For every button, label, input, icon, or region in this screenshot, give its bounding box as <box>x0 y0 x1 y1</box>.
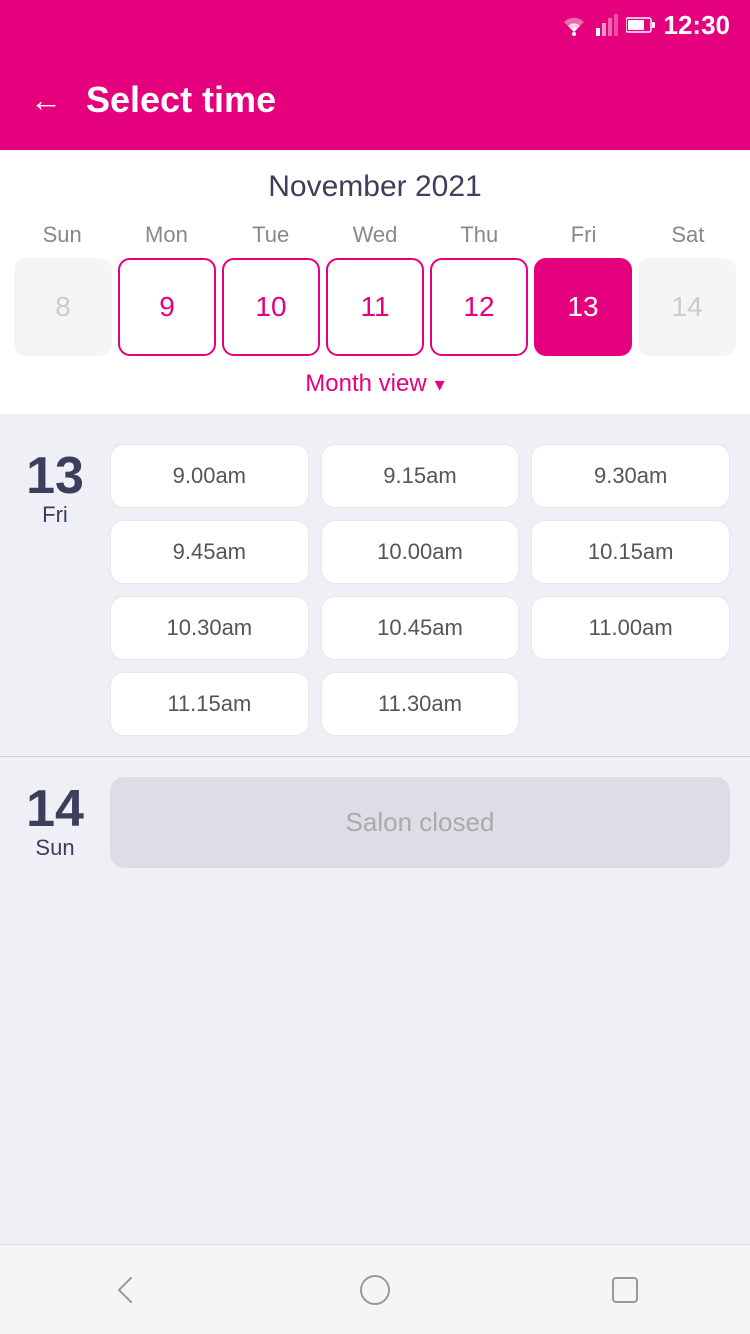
time-slot[interactable]: 9.15am <box>321 444 520 508</box>
time-slot[interactable]: 10.30am <box>110 596 309 660</box>
day-name: Fri <box>42 502 68 528</box>
weekday-label: Fri <box>531 222 635 248</box>
month-title: November 2021 <box>10 170 740 204</box>
calendar-date[interactable]: 10 <box>222 258 320 356</box>
calendar-date: 8 <box>14 258 112 356</box>
weekday-label: Wed <box>323 222 427 248</box>
back-nav-icon <box>107 1272 143 1308</box>
bottom-nav <box>0 1244 750 1334</box>
status-bar: 12:30 <box>0 0 750 50</box>
dates-row: 891011121314 <box>10 258 740 356</box>
day-label: 13Fri <box>20 444 90 736</box>
header-title: Select time <box>86 79 276 121</box>
day-number: 14 <box>26 783 84 835</box>
time-slot[interactable]: 11.30am <box>321 672 520 736</box>
time-slot[interactable]: 11.00am <box>531 596 730 660</box>
weekday-label: Thu <box>427 222 531 248</box>
status-time: 12:30 <box>664 10 731 41</box>
day-name: Sun <box>35 835 74 861</box>
chevron-down-icon: ▾ <box>435 372 445 397</box>
time-slot[interactable]: 10.00am <box>321 520 520 584</box>
recent-nav-icon <box>607 1272 643 1308</box>
weekday-row: SunMonTueWedThuFriSat <box>10 222 740 248</box>
day-block: 14Sun Salon closed <box>0 757 750 888</box>
day-label: 14Sun <box>20 777 90 868</box>
month-view-toggle[interactable]: Month view ▾ <box>10 356 740 404</box>
calendar-date[interactable]: 12 <box>430 258 528 356</box>
calendar-date: 14 <box>638 258 736 356</box>
time-slots-grid: 9.00am9.15am9.30am9.45am10.00am10.15am10… <box>110 444 730 736</box>
salon-closed: Salon closed <box>110 777 730 868</box>
status-icons: 12:30 <box>560 10 731 41</box>
calendar: November 2021 SunMonTueWedThuFriSat 8910… <box>0 150 750 414</box>
time-slot[interactable]: 10.45am <box>321 596 520 660</box>
time-slot[interactable]: 11.15am <box>110 672 309 736</box>
time-slot[interactable]: 10.15am <box>531 520 730 584</box>
weekday-label: Tue <box>219 222 323 248</box>
time-slot[interactable]: 9.30am <box>531 444 730 508</box>
weekday-label: Mon <box>114 222 218 248</box>
time-section: 13Fri 9.00am9.15am9.30am 9.45am10.00am10.1… <box>0 414 750 1244</box>
calendar-date[interactable]: 13 <box>534 258 632 356</box>
time-slot[interactable]: 9.45am <box>110 520 309 584</box>
weekday-label: Sat <box>636 222 740 248</box>
time-slot[interactable]: 9.00am <box>110 444 309 508</box>
back-button[interactable]: ← <box>30 82 62 119</box>
calendar-date[interactable]: 11 <box>326 258 424 356</box>
wifi-icon <box>560 14 588 36</box>
day-block: 13Fri 9.00am9.15am9.30am 9.45am10.00am10.1… <box>0 424 750 756</box>
calendar-date[interactable]: 9 <box>118 258 216 356</box>
home-nav-icon <box>357 1272 393 1308</box>
month-view-label: Month view <box>305 370 426 398</box>
nav-recent-button[interactable] <box>603 1268 647 1312</box>
day-number: 13 <box>26 450 84 502</box>
nav-back-button[interactable] <box>103 1268 147 1312</box>
battery-icon <box>626 16 656 34</box>
nav-home-button[interactable] <box>353 1268 397 1312</box>
weekday-label: Sun <box>10 222 114 248</box>
signal-icon <box>596 14 618 36</box>
header: ← Select time <box>0 50 750 150</box>
